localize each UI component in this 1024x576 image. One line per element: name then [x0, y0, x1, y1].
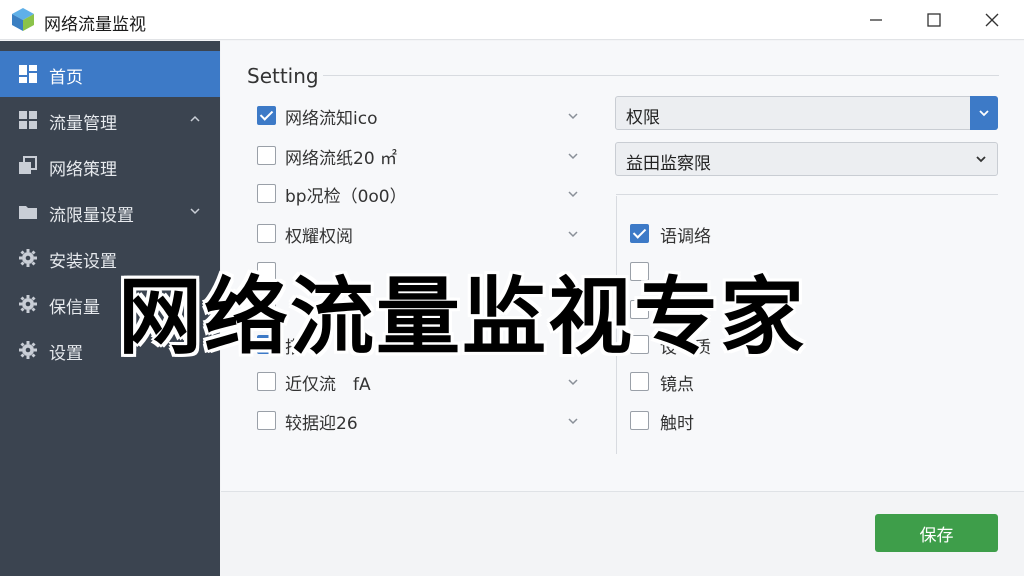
- option-label-9: 较据迎26: [285, 414, 358, 434]
- gear-icon: [19, 295, 37, 313]
- permission-select[interactable]: 权限: [615, 96, 998, 130]
- sidebar-item-label: 流量管理: [49, 114, 117, 134]
- maximize-icon: [927, 13, 941, 27]
- close-icon: [985, 13, 999, 27]
- sidebar-item-label: 安装设置: [49, 252, 117, 272]
- gear-icon: [19, 249, 37, 267]
- permission-select-value: 权限: [626, 108, 660, 128]
- option-label-1: 网络流知ico: [285, 109, 378, 129]
- gear-icon: [19, 341, 37, 359]
- sidebar-item-network-policy[interactable]: 网络策理: [0, 143, 220, 189]
- option-checkbox-2[interactable]: [257, 146, 276, 165]
- right-option-label-5: 镜点: [660, 375, 694, 395]
- app-cube-icon: [12, 8, 34, 31]
- close-button[interactable]: [964, 0, 1020, 40]
- overlay-caption: 网络流量监视专家: [118, 268, 807, 366]
- sidebar-item-rate-limit[interactable]: 流限量设置: [0, 189, 220, 235]
- section-title: Setting: [247, 64, 319, 88]
- chevron-down-icon[interactable]: [566, 375, 580, 389]
- option-checkbox-4[interactable]: [257, 224, 276, 243]
- option-checkbox-8[interactable]: [257, 372, 276, 391]
- chevron-down-icon[interactable]: [188, 204, 202, 218]
- sidebar-item-label: 网络策理: [49, 160, 117, 180]
- footer-bar: 保存: [221, 491, 1024, 576]
- right-option-label-6: 触时: [660, 414, 694, 434]
- sidebar-item-home[interactable]: 首页: [0, 51, 220, 97]
- minimize-icon: [870, 19, 882, 21]
- monitor-limit-select[interactable]: 益田监察限: [615, 142, 998, 176]
- option-label-8: 近仅流 fA: [285, 375, 371, 395]
- chevron-down-icon[interactable]: [566, 187, 580, 201]
- monitor-limit-select-value: 益田监察限: [626, 154, 711, 174]
- option-checkbox-3[interactable]: [257, 184, 276, 203]
- minimize-button[interactable]: [848, 0, 904, 40]
- permission-select-button[interactable]: [970, 96, 998, 130]
- grid-icon: [19, 111, 37, 129]
- copy-icon: [19, 156, 37, 174]
- right-option-label-1: 语调络: [660, 227, 711, 247]
- option-checkbox-1[interactable]: [257, 106, 276, 125]
- right-option-checkbox-5[interactable]: [630, 372, 649, 391]
- chevron-down-icon: [976, 156, 986, 163]
- right-option-checkbox-1[interactable]: [630, 224, 649, 243]
- chevron-down-icon[interactable]: [566, 149, 580, 163]
- option-label-4: 权耀权阅: [285, 227, 353, 247]
- title-bar: 网络流量监视: [0, 0, 1024, 40]
- section-divider: [323, 75, 999, 76]
- dashboard-icon: [19, 65, 37, 83]
- sidebar-item-label: 流限量设置: [49, 206, 134, 226]
- chevron-down-icon[interactable]: [566, 414, 580, 428]
- sidebar-item-label: 首页: [49, 68, 83, 88]
- maximize-button[interactable]: [906, 0, 962, 40]
- sidebar-item-traffic-management[interactable]: 流量管理: [0, 97, 220, 143]
- chevron-down-icon[interactable]: [566, 109, 580, 123]
- folder-icon: [19, 206, 37, 219]
- window-title: 网络流量监视: [44, 15, 146, 35]
- option-label-2: 网络流纸20 ㎡: [285, 149, 398, 169]
- chevron-down-icon: [979, 110, 989, 117]
- sidebar-item-label: 设置: [49, 344, 83, 364]
- option-label-3: bp况检（0o0）: [285, 187, 407, 207]
- chevron-down-icon[interactable]: [566, 227, 580, 241]
- right-panel-divider: [616, 194, 998, 195]
- right-option-checkbox-6[interactable]: [630, 411, 649, 430]
- option-checkbox-9[interactable]: [257, 411, 276, 430]
- chevron-up-icon[interactable]: [188, 112, 202, 126]
- save-button[interactable]: 保存: [875, 514, 998, 552]
- sidebar-item-label: 保信量: [49, 298, 100, 318]
